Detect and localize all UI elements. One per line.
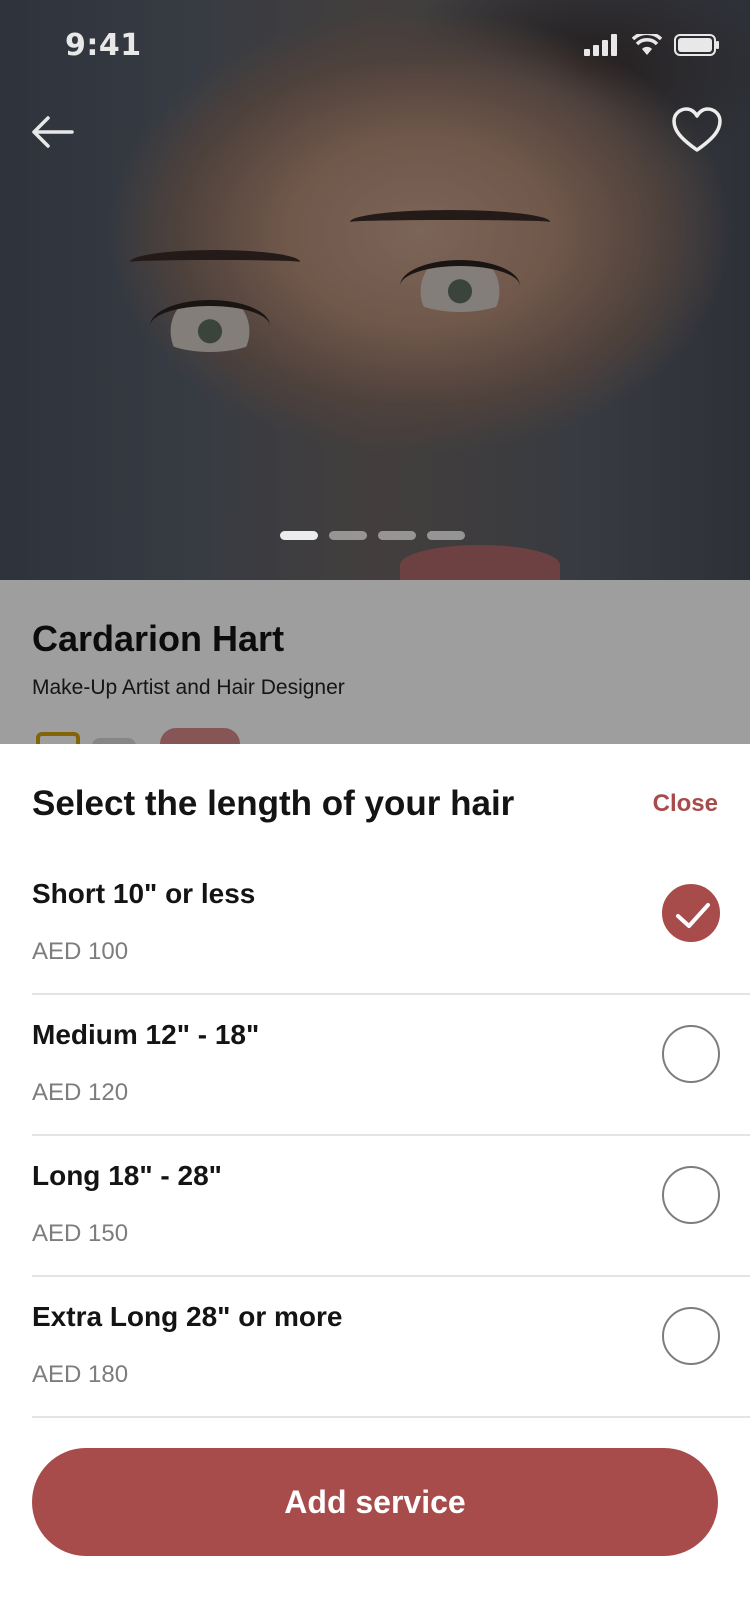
hair-length-option-extra-long[interactable]: Extra Long 28" or more AED 180	[32, 1277, 750, 1418]
checkmark-icon	[676, 903, 710, 928]
hair-length-sheet: Select the length of your hair Close Sho…	[0, 744, 750, 1624]
back-button[interactable]	[28, 108, 76, 156]
sheet-title: Select the length of your hair	[32, 784, 515, 823]
carousel-dot[interactable]	[378, 531, 416, 540]
carousel-indicator	[280, 531, 465, 540]
option-label: Extra Long 28" or more	[32, 1301, 343, 1332]
hair-length-option-short[interactable]: Short 10" or less AED 100	[32, 854, 750, 995]
radio-unselected[interactable]	[662, 1025, 720, 1083]
back-arrow-icon	[32, 116, 74, 148]
heart-icon	[672, 107, 722, 152]
radio-selected[interactable]	[662, 884, 720, 942]
battery-icon	[674, 34, 719, 56]
modal-backdrop[interactable]	[0, 0, 750, 745]
close-button[interactable]: Close	[653, 790, 718, 818]
carousel-dot[interactable]	[280, 531, 318, 540]
option-price: AED 150	[32, 1220, 129, 1247]
option-label: Short 10" or less	[32, 878, 256, 909]
radio-unselected[interactable]	[662, 1307, 720, 1365]
option-label: Long 18" - 28"	[32, 1160, 222, 1191]
wifi-icon	[632, 34, 662, 55]
radio-unselected[interactable]	[662, 1166, 720, 1224]
hair-length-options: Short 10" or less AED 100 Medium 12" - 1…	[0, 854, 750, 1418]
option-price: AED 120	[32, 1079, 129, 1106]
carousel-dot[interactable]	[329, 531, 367, 540]
carousel-dot[interactable]	[427, 531, 465, 540]
status-bar: 9:41	[0, 0, 750, 90]
hair-length-option-long[interactable]: Long 18" - 28" AED 150	[32, 1136, 750, 1277]
hair-length-option-medium[interactable]: Medium 12" - 18" AED 120	[32, 995, 750, 1136]
add-service-button[interactable]: Add service	[32, 1448, 718, 1556]
favorite-button[interactable]	[670, 104, 724, 158]
status-time: 9:41	[65, 28, 142, 63]
status-icons	[584, 34, 720, 56]
option-price: AED 100	[32, 938, 129, 965]
option-label: Medium 12" - 18"	[32, 1019, 260, 1050]
option-price: AED 180	[32, 1361, 129, 1388]
signal-icon	[584, 34, 617, 56]
